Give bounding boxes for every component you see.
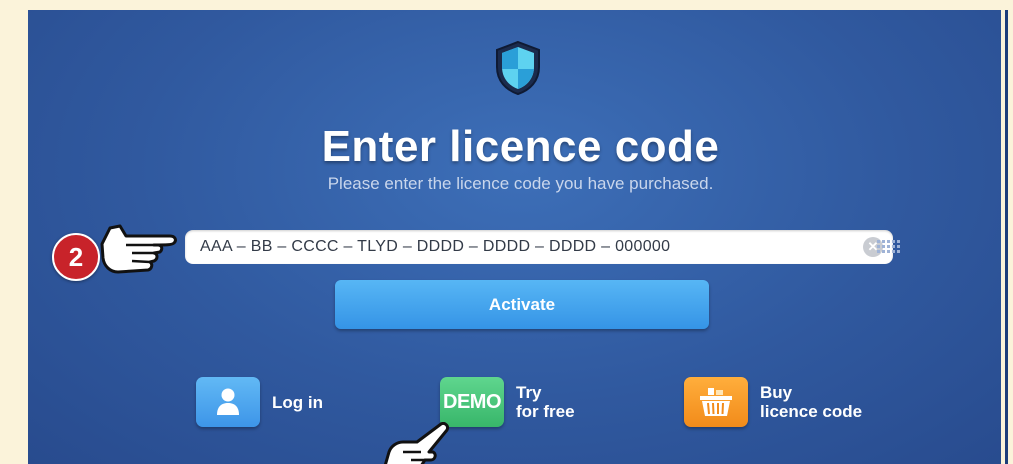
activate-button[interactable]: Activate	[335, 280, 709, 329]
demo-label[interactable]: Try for free	[516, 383, 575, 421]
buy-label-line1: Buy	[760, 383, 793, 402]
panel-edge-line	[1005, 10, 1008, 464]
buy-label-line2: licence code	[760, 402, 863, 421]
buy-label[interactable]: Buy licence code	[760, 383, 862, 421]
basket-icon[interactable]	[684, 377, 748, 427]
pointing-hand-icon	[100, 224, 177, 274]
user-icon[interactable]	[196, 377, 260, 427]
shield-icon	[496, 40, 540, 96]
demo-option[interactable]: DEMO Try for free	[440, 377, 575, 427]
demo-label-line1: Try	[516, 383, 542, 402]
demo-label-line2: for free	[516, 402, 575, 421]
page-subtitle: Please enter the licence code you have p…	[327, 174, 714, 193]
login-option[interactable]: Log in	[196, 377, 323, 427]
licence-code-value[interactable]: AAA – BB – CCCC – TLYD – DDDD – DDDD – D…	[200, 238, 863, 256]
login-label[interactable]: Log in	[272, 393, 323, 412]
buy-option[interactable]: Buy licence code	[684, 377, 862, 427]
page-title: Enter licence code	[321, 122, 720, 171]
demo-badge[interactable]: DEMO	[440, 377, 504, 427]
licence-code-input[interactable]: AAA – BB – CCCC – TLYD – DDDD – DDDD – D…	[185, 230, 893, 264]
pointing-hand-icon-down	[384, 422, 449, 464]
step-number-badge: 2	[52, 233, 100, 281]
keypad-icon[interactable]	[876, 238, 904, 256]
